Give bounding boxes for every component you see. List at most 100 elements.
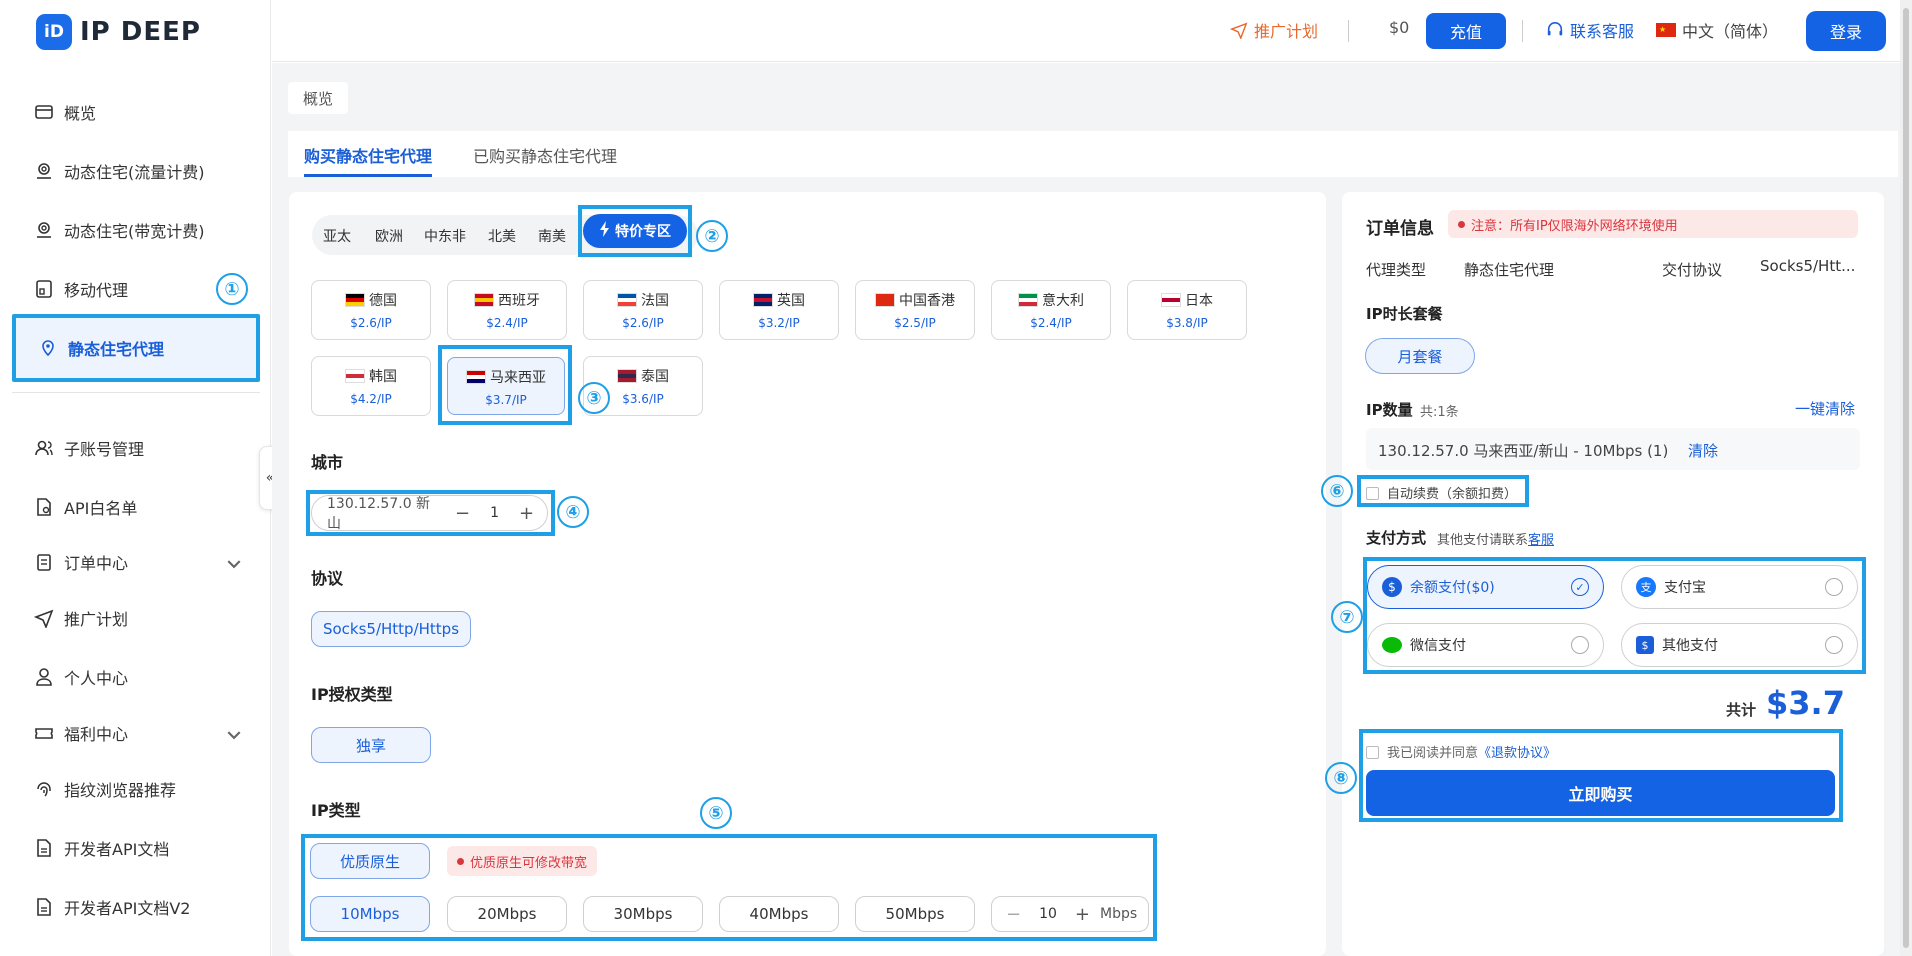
sidebar-item-sub-accounts[interactable]: 子账号管理 [34, 433, 244, 463]
sidebar-item-mobile[interactable]: 移动代理 [34, 274, 244, 304]
region-mea[interactable]: 中东非 [424, 226, 466, 246]
country-card-6[interactable]: 日本 $3.8/IP [1127, 280, 1247, 340]
sidebar-item-benefits[interactable]: 福利中心 [34, 718, 244, 748]
country-price: $4.2/IP [350, 392, 392, 406]
sidebar-item-api-whitelist[interactable]: API白名单 [34, 492, 244, 522]
recharge-button[interactable]: 充值 [1426, 13, 1506, 49]
sidebar-item-static-residential[interactable]: 静态住宅代理 [12, 314, 260, 382]
send-icon [34, 609, 54, 628]
country-name: 西班牙 [498, 293, 540, 309]
radio-icon [1825, 636, 1843, 654]
flag-icon [1018, 293, 1038, 307]
ticket-icon [35, 728, 53, 739]
support-link[interactable]: 联系客服 [1546, 18, 1634, 42]
bandwidth-option-30[interactable]: 30Mbps [583, 896, 703, 932]
scrollbar-thumb[interactable] [1903, 8, 1909, 948]
region-europe[interactable]: 欧洲 [375, 226, 403, 246]
protocol-title: 协议 [311, 569, 344, 588]
sidebar-item-api-docs[interactable]: 开发者API文档 [34, 833, 244, 863]
sidebar-item-orders[interactable]: 订单中心 [34, 547, 244, 577]
sidebar-item-api-docs-v2[interactable]: 开发者API文档V2 [34, 892, 244, 922]
scrollbar[interactable] [1900, 0, 1912, 956]
decrement-button[interactable]: − [455, 503, 470, 524]
decrement-button[interactable]: − [1006, 904, 1021, 925]
check-icon: ✓ [1571, 578, 1589, 596]
wechat-icon [1382, 637, 1402, 653]
total-label: 共计 [1726, 701, 1757, 719]
refund-policy-link[interactable]: 《退款协议》 [1478, 746, 1556, 761]
country-card-4[interactable]: 中国香港 $2.5/IP [855, 280, 975, 340]
tab-buy-static[interactable]: 购买静态住宅代理 [304, 143, 433, 177]
increment-button[interactable]: + [1075, 904, 1090, 925]
clear-item-link[interactable]: 清除 [1688, 440, 1718, 461]
users-icon [35, 440, 53, 456]
country-card-2[interactable]: 法国 $2.6/IP [583, 280, 703, 340]
sidebar-item-label: 订单中心 [64, 554, 129, 573]
protocol-option[interactable]: Socks5/Http/Https [311, 611, 471, 647]
bandwidth-value: 10 [1039, 906, 1057, 922]
headset-icon [1547, 21, 1563, 36]
support-link[interactable]: 客服 [1528, 533, 1554, 548]
sidebar-item-label: API白名单 [64, 499, 138, 518]
bandwidth-option-40[interactable]: 40Mbps [719, 896, 839, 932]
sidebar-item-profile[interactable]: 个人中心 [34, 662, 244, 692]
sidebar-item-overview[interactable]: 概览 [34, 97, 244, 127]
brand-name: IP DEEP [80, 17, 201, 47]
bandwidth-option-50[interactable]: 50Mbps [855, 896, 975, 932]
auth-type-option[interactable]: 独享 [311, 727, 431, 763]
protocol-label: 交付协议 [1662, 261, 1723, 279]
sidebar-item-dynamic-bandwidth[interactable]: 动态住宅(带宽计费) [34, 215, 244, 245]
bandwidth-option-20[interactable]: 20Mbps [447, 896, 567, 932]
language-selector[interactable]: ★ 中文（简体） [1656, 18, 1778, 42]
pay-alipay-option[interactable]: 支 支付宝 [1621, 565, 1858, 609]
sidebar-item-promotion[interactable]: 推广计划 [34, 603, 244, 633]
region-apac[interactable]: 亚太 [323, 226, 351, 246]
china-flag-icon: ★ [1656, 23, 1676, 37]
sidebar-item-label: 动态住宅(流量计费) [64, 163, 205, 182]
country-name: 法国 [641, 293, 669, 309]
promo-link[interactable]: 推广计划 [1230, 18, 1318, 42]
country-card-7[interactable]: 韩国 $4.2/IP [311, 356, 431, 416]
tab-purchased-static[interactable]: 已购买静态住宅代理 [473, 143, 617, 167]
sidebar-item-label: 开发者API文档 [64, 840, 170, 859]
country-name: 意大利 [1042, 293, 1084, 309]
flag-icon [1161, 293, 1181, 307]
package-option[interactable]: 月套餐 [1365, 338, 1475, 374]
auto-renew-checkbox[interactable]: 自动续费（余额扣费） [1366, 483, 1517, 502]
clear-all-link[interactable]: 一键清除 [1795, 398, 1855, 419]
buy-now-button[interactable]: 立即购买 [1366, 770, 1835, 816]
sidebar-item-dynamic-traffic[interactable]: 动态住宅(流量计费) [34, 156, 244, 186]
logo[interactable]: iD IP DEEP [36, 14, 201, 50]
fingerprint-icon [37, 782, 51, 797]
country-card-5[interactable]: 意大利 $2.4/IP [991, 280, 1111, 340]
ip-type-option[interactable]: 优质原生 [310, 843, 430, 879]
country-price: $2.6/IP [622, 316, 664, 330]
bandwidth-option-10[interactable]: 10Mbps [310, 896, 430, 932]
annotation-marker-5: ⑤ [700, 797, 732, 829]
country-card-0[interactable]: 德国 $2.6/IP [311, 280, 431, 340]
special-offer-tab[interactable]: 特价专区 [578, 205, 692, 257]
pay-wechat-option[interactable]: 微信支付 [1367, 623, 1604, 667]
region-north-america[interactable]: 北美 [488, 226, 516, 246]
login-button[interactable]: 登录 [1806, 11, 1886, 51]
custom-bandwidth-stepper[interactable]: − 10 + Mbps [991, 896, 1149, 932]
api-icon [37, 498, 51, 516]
country-card-1[interactable]: 西班牙 $2.4/IP [447, 280, 567, 340]
region-south-america[interactable]: 南美 [538, 226, 566, 246]
pay-balance-option[interactable]: $ 余额支付($0) ✓ [1367, 565, 1604, 609]
sidebar-item-label: 动态住宅(带宽计费) [64, 222, 205, 241]
user-icon [36, 668, 52, 686]
logo-icon: iD [36, 14, 72, 50]
annotation-marker-8: ⑧ [1325, 762, 1357, 794]
sidebar-item-fingerprint[interactable]: 指纹浏览器推荐 [34, 774, 244, 804]
country-name: 泰国 [641, 369, 669, 385]
city-selector[interactable]: 130.12.57.0 新山 − 1 + [311, 495, 548, 532]
annotation-marker-3: ③ [578, 382, 610, 414]
increment-button[interactable]: + [519, 503, 534, 524]
agree-checkbox[interactable]: 我已阅读并同意《退款协议》 [1366, 742, 1556, 761]
country-card-3[interactable]: 英国 $3.2/IP [719, 280, 839, 340]
pay-other-option[interactable]: $ 其他支付 [1621, 623, 1858, 667]
sidebar-item-label: 开发者API文档V2 [64, 899, 191, 918]
breadcrumb[interactable]: 概览 [288, 82, 348, 114]
flag-icon [474, 293, 494, 307]
